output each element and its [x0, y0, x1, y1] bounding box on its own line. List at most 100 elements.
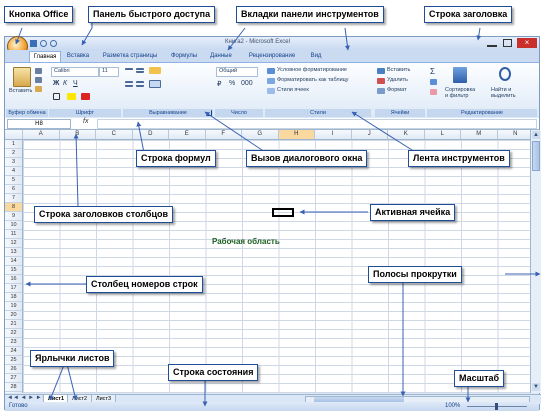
column-header-f[interactable]: F	[206, 130, 242, 139]
cell-styles-icon[interactable]	[267, 88, 275, 94]
row-header-25[interactable]: 25	[5, 356, 22, 365]
find-select-button[interactable]: Найти и выделить	[491, 87, 525, 99]
name-box[interactable]: H8	[7, 119, 71, 129]
column-header-k[interactable]: K	[388, 130, 425, 139]
zoom-level[interactable]: 100%	[445, 403, 460, 409]
format-painter-icon[interactable]	[35, 86, 42, 92]
row-header-7[interactable]: 7	[5, 194, 22, 203]
scroll-down-icon[interactable]: ▼	[532, 383, 540, 391]
tab-page-layout[interactable]: Разметка страницы	[97, 51, 163, 62]
column-header-c[interactable]: C	[96, 130, 133, 139]
format-cells-icon[interactable]	[377, 88, 385, 94]
tab-insert[interactable]: Вставка	[62, 51, 94, 62]
row-header-4[interactable]: 4	[5, 167, 22, 176]
underline-button[interactable]: Ч	[73, 80, 78, 87]
column-header-d[interactable]: D	[133, 130, 169, 139]
find-select-icon[interactable]	[499, 67, 511, 81]
zoom-thumb[interactable]	[495, 403, 498, 410]
column-header-i[interactable]: I	[315, 130, 352, 139]
merge-cells-icon[interactable]	[149, 80, 161, 88]
formula-input[interactable]	[97, 119, 537, 129]
bold-button[interactable]: Ж	[53, 80, 59, 87]
row-header-1[interactable]: 1	[5, 140, 22, 149]
align-left-icon[interactable]	[125, 81, 133, 87]
vertical-scrollbar[interactable]: ▲ ▼	[530, 130, 541, 393]
fx-icon[interactable]: fx	[83, 118, 88, 125]
row-header-9[interactable]: 9	[5, 212, 22, 221]
row-header-23[interactable]: 23	[5, 338, 22, 347]
font-size-select[interactable]: 11	[99, 67, 119, 77]
align-center-icon[interactable]	[136, 81, 144, 87]
borders-icon[interactable]	[53, 93, 60, 100]
row-header-18[interactable]: 18	[5, 293, 22, 302]
clear-icon[interactable]	[430, 89, 437, 95]
wrap-text-icon[interactable]	[149, 67, 161, 74]
currency-icon[interactable]: ₽	[217, 80, 221, 88]
sheet-nav-icon[interactable]: ◄◄ ◄ ► ►►	[7, 395, 48, 401]
delete-cells-button[interactable]: Удалить	[387, 77, 408, 83]
row-header-19[interactable]: 19	[5, 302, 22, 311]
row-header-26[interactable]: 26	[5, 365, 22, 374]
row-header-12[interactable]: 12	[5, 239, 22, 248]
row-header-22[interactable]: 22	[5, 329, 22, 338]
tab-formulas[interactable]: Формулы	[165, 51, 203, 62]
row-header-6[interactable]: 6	[5, 185, 22, 194]
row-header-5[interactable]: 5	[5, 176, 22, 185]
redo-icon[interactable]	[50, 40, 57, 47]
row-header-3[interactable]: 3	[5, 158, 22, 167]
paste-icon[interactable]	[13, 67, 31, 87]
row-header-11[interactable]: 11	[5, 230, 22, 239]
row-header-24[interactable]: 24	[5, 347, 22, 356]
scroll-up-icon[interactable]: ▲	[532, 131, 540, 139]
column-header-m[interactable]: M	[461, 130, 498, 139]
cut-icon[interactable]	[35, 68, 42, 74]
italic-button[interactable]: К	[63, 80, 67, 87]
cond-format-button[interactable]: Условное форматирование	[277, 67, 347, 73]
column-header-e[interactable]: E	[169, 130, 206, 139]
row-header-21[interactable]: 21	[5, 320, 22, 329]
tab-review[interactable]: Рецензирование	[241, 51, 303, 62]
number-format-select[interactable]: Общий	[216, 67, 258, 77]
row-header-10[interactable]: 10	[5, 221, 22, 230]
sort-filter-icon[interactable]	[453, 67, 467, 83]
column-header-n[interactable]: N	[498, 130, 531, 139]
column-header-j[interactable]: J	[352, 130, 388, 139]
copy-icon[interactable]	[35, 77, 42, 83]
insert-cells-button[interactable]: Вставить	[387, 67, 410, 73]
row-header-17[interactable]: 17	[5, 284, 22, 293]
column-header-g[interactable]: G	[242, 130, 279, 139]
tab-view[interactable]: Вид	[305, 51, 327, 62]
row-header-20[interactable]: 20	[5, 311, 22, 320]
font-color-icon[interactable]	[81, 93, 90, 100]
fill-icon[interactable]	[430, 79, 437, 85]
row-header-16[interactable]: 16	[5, 275, 22, 284]
font-name-select[interactable]: Calibri	[51, 67, 99, 77]
select-all-corner[interactable]	[5, 130, 23, 139]
column-header-b[interactable]: B	[60, 130, 96, 139]
format-table-button[interactable]: Форматировать как таблицу	[277, 77, 349, 83]
row-header-14[interactable]: 14	[5, 257, 22, 266]
insert-cells-icon[interactable]	[377, 68, 385, 74]
row-header-15[interactable]: 15	[5, 266, 22, 275]
column-header-l[interactable]: L	[425, 130, 461, 139]
undo-icon[interactable]	[40, 40, 47, 47]
align-top-icon[interactable]	[125, 68, 133, 75]
percent-icon[interactable]: %	[229, 80, 235, 87]
row-header-28[interactable]: 28	[5, 383, 22, 392]
column-header-h[interactable]: H	[278, 130, 315, 139]
minimize-button[interactable]	[487, 40, 497, 47]
save-icon[interactable]	[30, 40, 37, 47]
thousands-icon[interactable]: 000	[241, 80, 253, 87]
autosum-icon[interactable]: Σ	[430, 67, 435, 76]
fill-color-icon[interactable]	[67, 93, 76, 100]
cond-format-icon[interactable]	[267, 68, 275, 74]
delete-cells-icon[interactable]	[377, 78, 385, 84]
maximize-button[interactable]	[503, 39, 512, 47]
active-cell[interactable]	[272, 208, 294, 217]
sort-filter-button[interactable]: Сортировка и фильтр	[445, 87, 477, 99]
row-header-8[interactable]: 8	[5, 203, 22, 212]
cell-styles-button[interactable]: Стили ячеек	[277, 87, 309, 93]
scroll-thumb[interactable]	[532, 141, 540, 171]
format-cells-button[interactable]: Формат	[387, 87, 407, 93]
paste-label[interactable]: Вставить	[9, 88, 32, 94]
